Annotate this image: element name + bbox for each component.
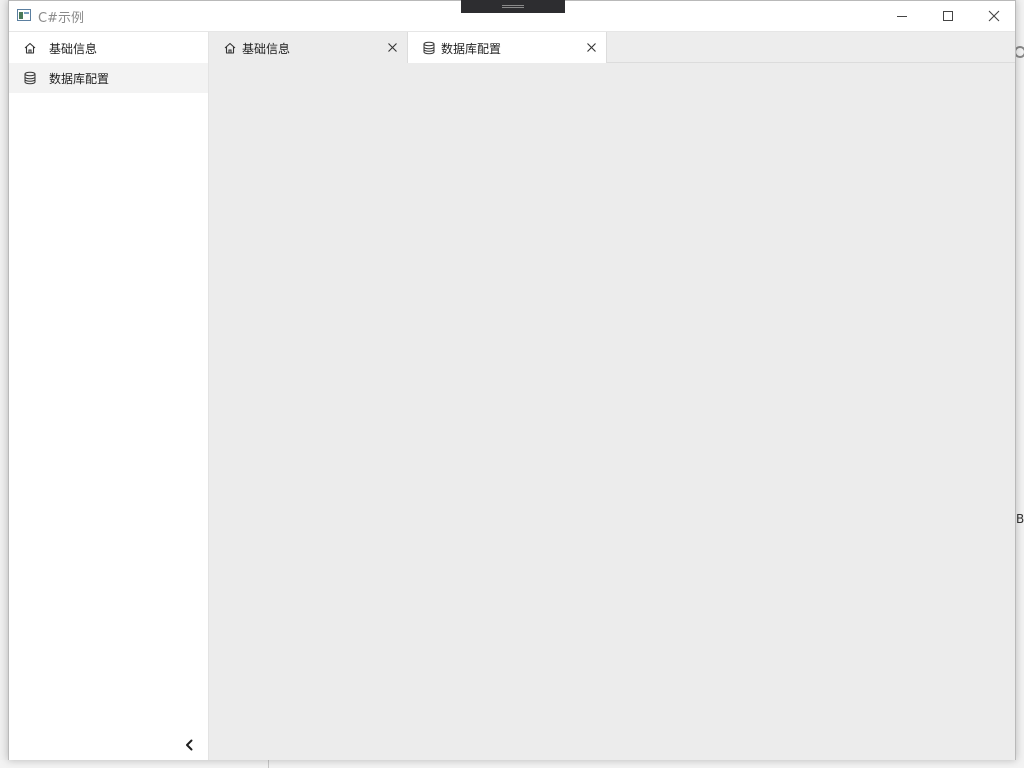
sidebar-collapse-button[interactable]: [181, 735, 197, 755]
background-window-edge: [1016, 0, 1024, 768]
close-icon: [586, 42, 596, 52]
background-window-bottom: [0, 760, 1024, 768]
home-icon: [224, 42, 236, 54]
tab-label: 基础信息: [242, 42, 291, 56]
window-title: C#示例: [38, 11, 84, 26]
home-icon: [24, 42, 36, 54]
sidebar-item-basic-info[interactable]: 基础信息: [9, 33, 208, 63]
maximize-button[interactable]: [925, 1, 971, 31]
tab-strip: 基础信息 数据库配置: [209, 32, 1015, 64]
app-window: C#示例 基础信息 数据库配置 基础信息 数据库配置: [8, 0, 1016, 760]
background-divider: [268, 760, 269, 768]
title-bar[interactable]: C#示例: [9, 0, 1017, 32]
tab-close-button[interactable]: [584, 40, 598, 54]
main-area: 基础信息 数据库配置: [209, 32, 1015, 760]
minimize-icon: [897, 15, 907, 17]
sidebar-item-label: 基础信息: [49, 42, 98, 56]
sidebar-item-database-config[interactable]: 数据库配置: [9, 63, 208, 93]
minimize-button[interactable]: [879, 1, 925, 31]
chevron-left-icon: [186, 739, 193, 751]
background-text-fragment: B: [1016, 512, 1024, 526]
tab-basic-info[interactable]: 基础信息: [209, 32, 408, 63]
close-button[interactable]: [971, 1, 1017, 31]
drag-handle[interactable]: [461, 0, 565, 13]
close-icon: [387, 42, 397, 52]
sidebar: 基础信息 数据库配置: [9, 32, 209, 760]
sidebar-item-label: 数据库配置: [49, 72, 110, 86]
tab-label: 数据库配置: [441, 42, 502, 56]
tab-database-config[interactable]: 数据库配置: [408, 32, 607, 64]
tab-close-button[interactable]: [385, 40, 399, 54]
maximize-icon: [943, 11, 953, 21]
database-icon: [423, 41, 435, 55]
database-icon: [24, 71, 36, 85]
app-icon: [17, 9, 31, 21]
tab-content-area: [209, 63, 1015, 760]
close-icon: [988, 10, 1000, 22]
